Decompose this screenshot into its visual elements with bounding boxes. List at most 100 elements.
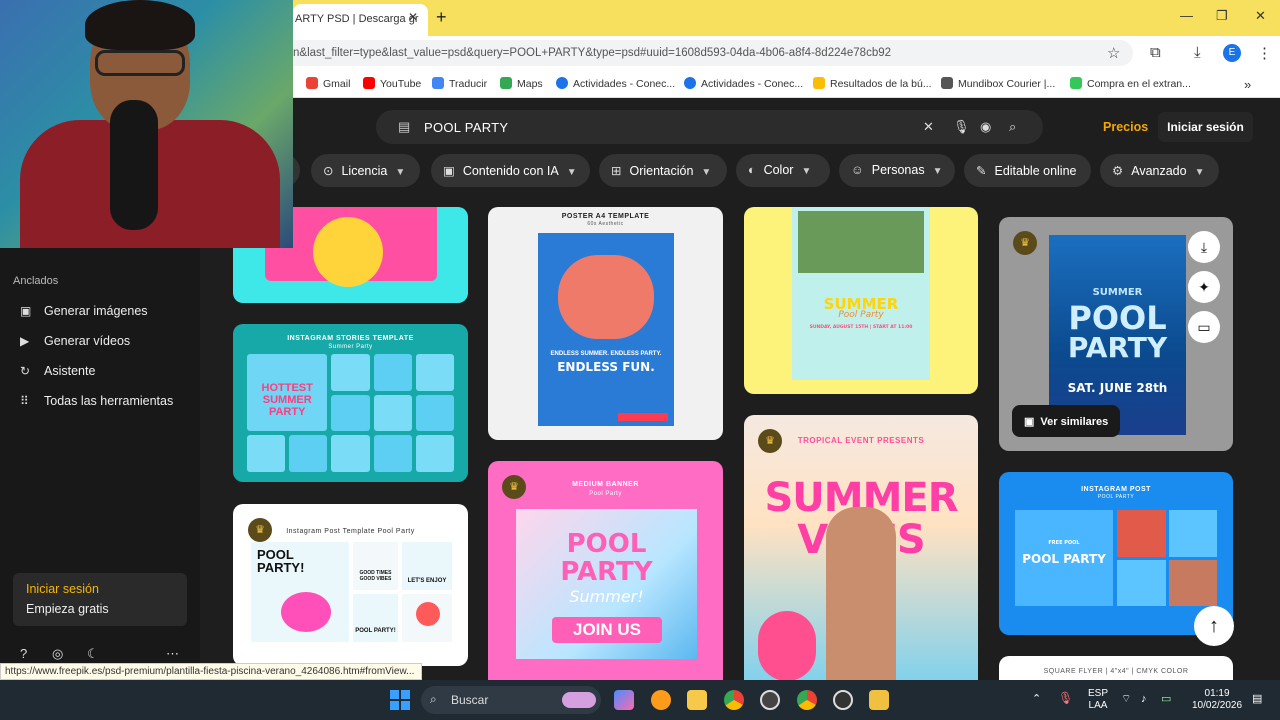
wifi-icon[interactable]: ⌔: [1121, 693, 1131, 705]
flamingo-float: [758, 611, 816, 681]
address-url: n&last_filter=type&last_value=psd&query=…: [293, 47, 892, 59]
chrome-icon[interactable]: [724, 690, 744, 710]
language-indicator[interactable]: ESP LAA: [1088, 688, 1108, 712]
microphone-tray-icon[interactable]: 🎙: [1058, 692, 1073, 704]
tab-close-icon[interactable]: ✕: [408, 10, 418, 24]
gmail-icon: [306, 77, 318, 89]
filter-color[interactable]: ◐ Color ▼: [736, 154, 830, 187]
premium-crown-icon: ♛: [1013, 231, 1037, 255]
filter-licencia[interactable]: ⊙ Licencia ▼: [311, 154, 420, 187]
camera-icon[interactable]: ◉: [980, 119, 991, 135]
search-icon[interactable]: ⌕: [1009, 119, 1016, 135]
ai-edit-button[interactable]: ✦: [1188, 271, 1220, 303]
scroll-to-top-button[interactable]: ↑: [1194, 606, 1234, 646]
sidebar-item-generar-videos[interactable]: ▶ Generar vídeos: [20, 334, 130, 348]
save-collection-button[interactable]: ▭: [1188, 311, 1220, 343]
filter-orientacion[interactable]: ⊞ Orientación ▼: [599, 154, 727, 187]
result-card-2[interactable]: INSTAGRAM STORIES TEMPLATE Summer Party …: [233, 324, 468, 482]
recorder-icon[interactable]: [869, 690, 889, 710]
image-icon: ▣: [20, 304, 32, 318]
drive-icon: [813, 77, 825, 89]
bookmark-star-icon[interactable]: ☆: [1107, 44, 1120, 62]
app-icon[interactable]: [760, 690, 780, 710]
filter-contenido-ia[interactable]: ▣ Contenido con IA ▼: [431, 154, 590, 187]
search-input[interactable]: POOL PARTY: [424, 120, 508, 135]
tab-title: ARTY PSD | Descarga gr: [295, 13, 419, 25]
chevron-down-icon: ▼: [701, 167, 712, 178]
signin-button[interactable]: Iniciar sesión: [1158, 112, 1253, 142]
clock[interactable]: 01:19 10/02/2026: [1192, 688, 1242, 712]
beach-ball: [416, 602, 440, 626]
minimize-icon[interactable]: —: [1180, 8, 1193, 23]
pricing-link[interactable]: Precios: [1103, 120, 1148, 134]
copilot-icon[interactable]: [614, 690, 634, 710]
stories-grid: HOTTEST SUMMER PARTY: [247, 354, 454, 472]
model-figure: [826, 507, 896, 690]
download-icon[interactable]: ⤓: [1194, 44, 1201, 61]
result-card-9[interactable]: INSTAGRAM POST POOL PARTY POOL PARTY FRE…: [999, 472, 1233, 635]
login-link[interactable]: Iniciar sesión: [26, 582, 99, 596]
media-player-icon[interactable]: [833, 690, 853, 710]
chrome-profile-icon[interactable]: [797, 690, 817, 710]
extensions-icon[interactable]: ⧉: [1150, 44, 1161, 61]
chevron-down-icon: ▼: [801, 166, 812, 177]
filter-editable-online[interactable]: ✎ Editable online: [964, 154, 1091, 187]
file-explorer-icon[interactable]: [687, 690, 707, 710]
chevron-down-icon: ▼: [1194, 167, 1205, 178]
tray-overflow-icon[interactable]: ⌃: [1032, 693, 1041, 705]
bookmark-mundibox[interactable]: Mundibox Courier |...: [941, 77, 1055, 90]
bookmark-actividades-2[interactable]: Actividades - Conec...: [684, 77, 803, 90]
result-card-7[interactable]: ♛ TROPICAL EVENT PRESENTS SUMMER VIBES: [744, 415, 978, 690]
clear-search-icon[interactable]: ✕: [923, 119, 934, 135]
discord-icon[interactable]: ◎: [52, 646, 63, 662]
login-box[interactable]: [13, 573, 187, 626]
pencil-icon: ✎: [976, 164, 987, 178]
start-free-text: Empieza gratis: [26, 602, 109, 616]
volume-icon[interactable]: ♪: [1141, 693, 1147, 705]
windows-start-icon[interactable]: [390, 690, 410, 710]
close-window-icon[interactable]: ✕: [1255, 8, 1266, 24]
search-icon: ⌕: [430, 692, 437, 706]
flamingo-float: [281, 592, 331, 632]
address-bar[interactable]: n&last_filter=type&last_value=psd&query=…: [293, 40, 1133, 66]
bookmark-gmail[interactable]: Gmail: [306, 77, 350, 90]
notifications-icon[interactable]: ▤: [1252, 693, 1262, 705]
filter-avanzado[interactable]: ⚙ Avanzado ▼: [1100, 154, 1219, 187]
battery-icon[interactable]: ▭: [1161, 693, 1171, 705]
result-card-4[interactable]: POSTER A4 TEMPLATE 60s Aesthetic ENDLESS…: [488, 207, 723, 440]
download-button[interactable]: ⤓: [1188, 231, 1220, 263]
result-card-3[interactable]: ♛ Instagram Post Template Pool Party POO…: [233, 504, 468, 666]
help-icon[interactable]: ?: [20, 646, 27, 661]
bookmark-maps[interactable]: Maps: [500, 77, 543, 90]
teams-icon: [684, 77, 696, 89]
kebab-menu-icon[interactable]: ⋮: [1257, 44, 1272, 62]
bookmarks-overflow-icon[interactable]: »: [1244, 77, 1251, 92]
shop-icon: [1070, 77, 1082, 89]
microphone-icon[interactable]: 🎙: [953, 119, 970, 135]
sidebar-item-generar-imagenes[interactable]: ▣ Generar imágenes: [20, 304, 148, 318]
ai-icon: ▣: [443, 164, 455, 178]
dark-mode-icon[interactable]: ☾: [87, 646, 99, 662]
video-icon: ▶: [20, 334, 30, 348]
filter-personas[interactable]: ☺ Personas ▼: [839, 154, 955, 187]
license-icon: ⊙: [323, 164, 334, 178]
status-url-bar: https://www.freepik.es/psd-premium/plant…: [0, 663, 422, 680]
result-card-6[interactable]: SUMMER Pool Party SUNDAY, AUGUST 15TH | …: [744, 207, 978, 394]
widget-icon[interactable]: [562, 692, 596, 708]
sidebar-item-asistente[interactable]: ↻ Asistente: [20, 364, 95, 378]
bookmark-resultados[interactable]: Resultados de la bú...: [813, 77, 932, 90]
profile-avatar[interactable]: E: [1223, 44, 1241, 62]
bookmark-compra[interactable]: Compra en el extran...: [1070, 77, 1191, 90]
search-app-icon[interactable]: [651, 690, 671, 710]
maximize-icon[interactable]: ❐: [1216, 8, 1228, 24]
bookmark-youtube[interactable]: YouTube: [363, 77, 421, 90]
float-ring: [313, 217, 383, 287]
more-icon[interactable]: ⋯: [166, 646, 179, 662]
sidebar-item-todas-herramientas[interactable]: ⠿ Todas las herramientas: [20, 394, 173, 408]
result-card-5[interactable]: ♛ MEDIUM BANNER Pool Party POOL PARTY Su…: [488, 461, 723, 691]
bookmark-traducir[interactable]: Traducir: [432, 77, 487, 90]
bookmark-actividades-1[interactable]: Actividades - Conec...: [556, 77, 675, 90]
new-tab-icon[interactable]: +: [436, 7, 447, 28]
chevron-down-icon: ▼: [566, 167, 577, 178]
see-similar-button[interactable]: ▣ Ver similares: [1012, 405, 1120, 437]
